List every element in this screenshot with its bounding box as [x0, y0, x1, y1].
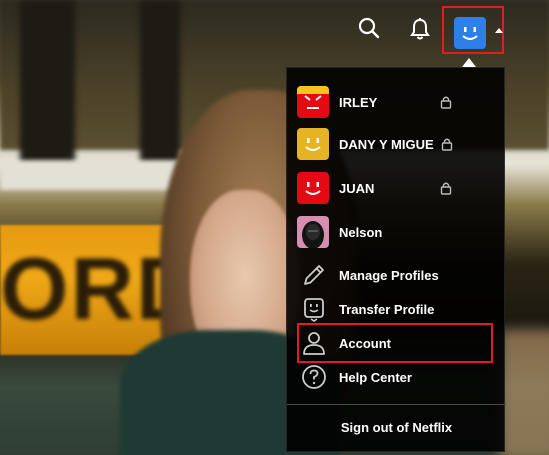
menu-pointer-icon [462, 58, 476, 67]
transfer-profile-label: Transfer Profile [339, 301, 435, 317]
menu-divider [287, 404, 506, 405]
lock-icon [441, 138, 453, 151]
sign-out-button[interactable]: Sign out of Netflix [287, 414, 506, 442]
bell-icon[interactable] [406, 14, 434, 44]
profile-item-irley[interactable]: IRLEY [287, 85, 506, 119]
profile-dropdown-menu: IRLEY DANY Y MIGUE JUAN Nelson Manage Pr… [286, 67, 506, 452]
profile-name: Nelson [339, 224, 383, 240]
manage-profiles-label: Manage Profiles [339, 267, 439, 283]
profile-item-nelson[interactable]: Nelson [287, 215, 506, 249]
avatar [297, 216, 329, 248]
avatar [297, 128, 329, 160]
lock-icon [440, 182, 452, 195]
profile-name: DANY Y MIGUE [339, 136, 434, 152]
profile-item-dany-y-migue[interactable]: DANY Y MIGUE [287, 127, 506, 161]
account-highlight-box [297, 323, 493, 363]
profile-avatar-icon[interactable] [454, 17, 486, 49]
lock-icon [440, 96, 452, 109]
transfer-profile-icon [304, 298, 324, 322]
avatar [297, 172, 329, 204]
dropdown-caret-icon [495, 28, 503, 33]
avatar [297, 86, 329, 118]
manage-profiles-item[interactable]: Manage Profiles [287, 258, 506, 292]
profile-item-juan[interactable]: JUAN [287, 171, 506, 205]
help-center-item[interactable]: Help Center [287, 360, 506, 394]
transfer-profile-item[interactable]: Transfer Profile [287, 292, 506, 326]
pencil-icon [304, 265, 324, 285]
help-center-label: Help Center [339, 369, 412, 385]
profile-name: IRLEY [339, 94, 378, 110]
search-icon[interactable] [355, 14, 383, 42]
question-icon [302, 365, 326, 389]
profile-name: JUAN [339, 180, 375, 196]
